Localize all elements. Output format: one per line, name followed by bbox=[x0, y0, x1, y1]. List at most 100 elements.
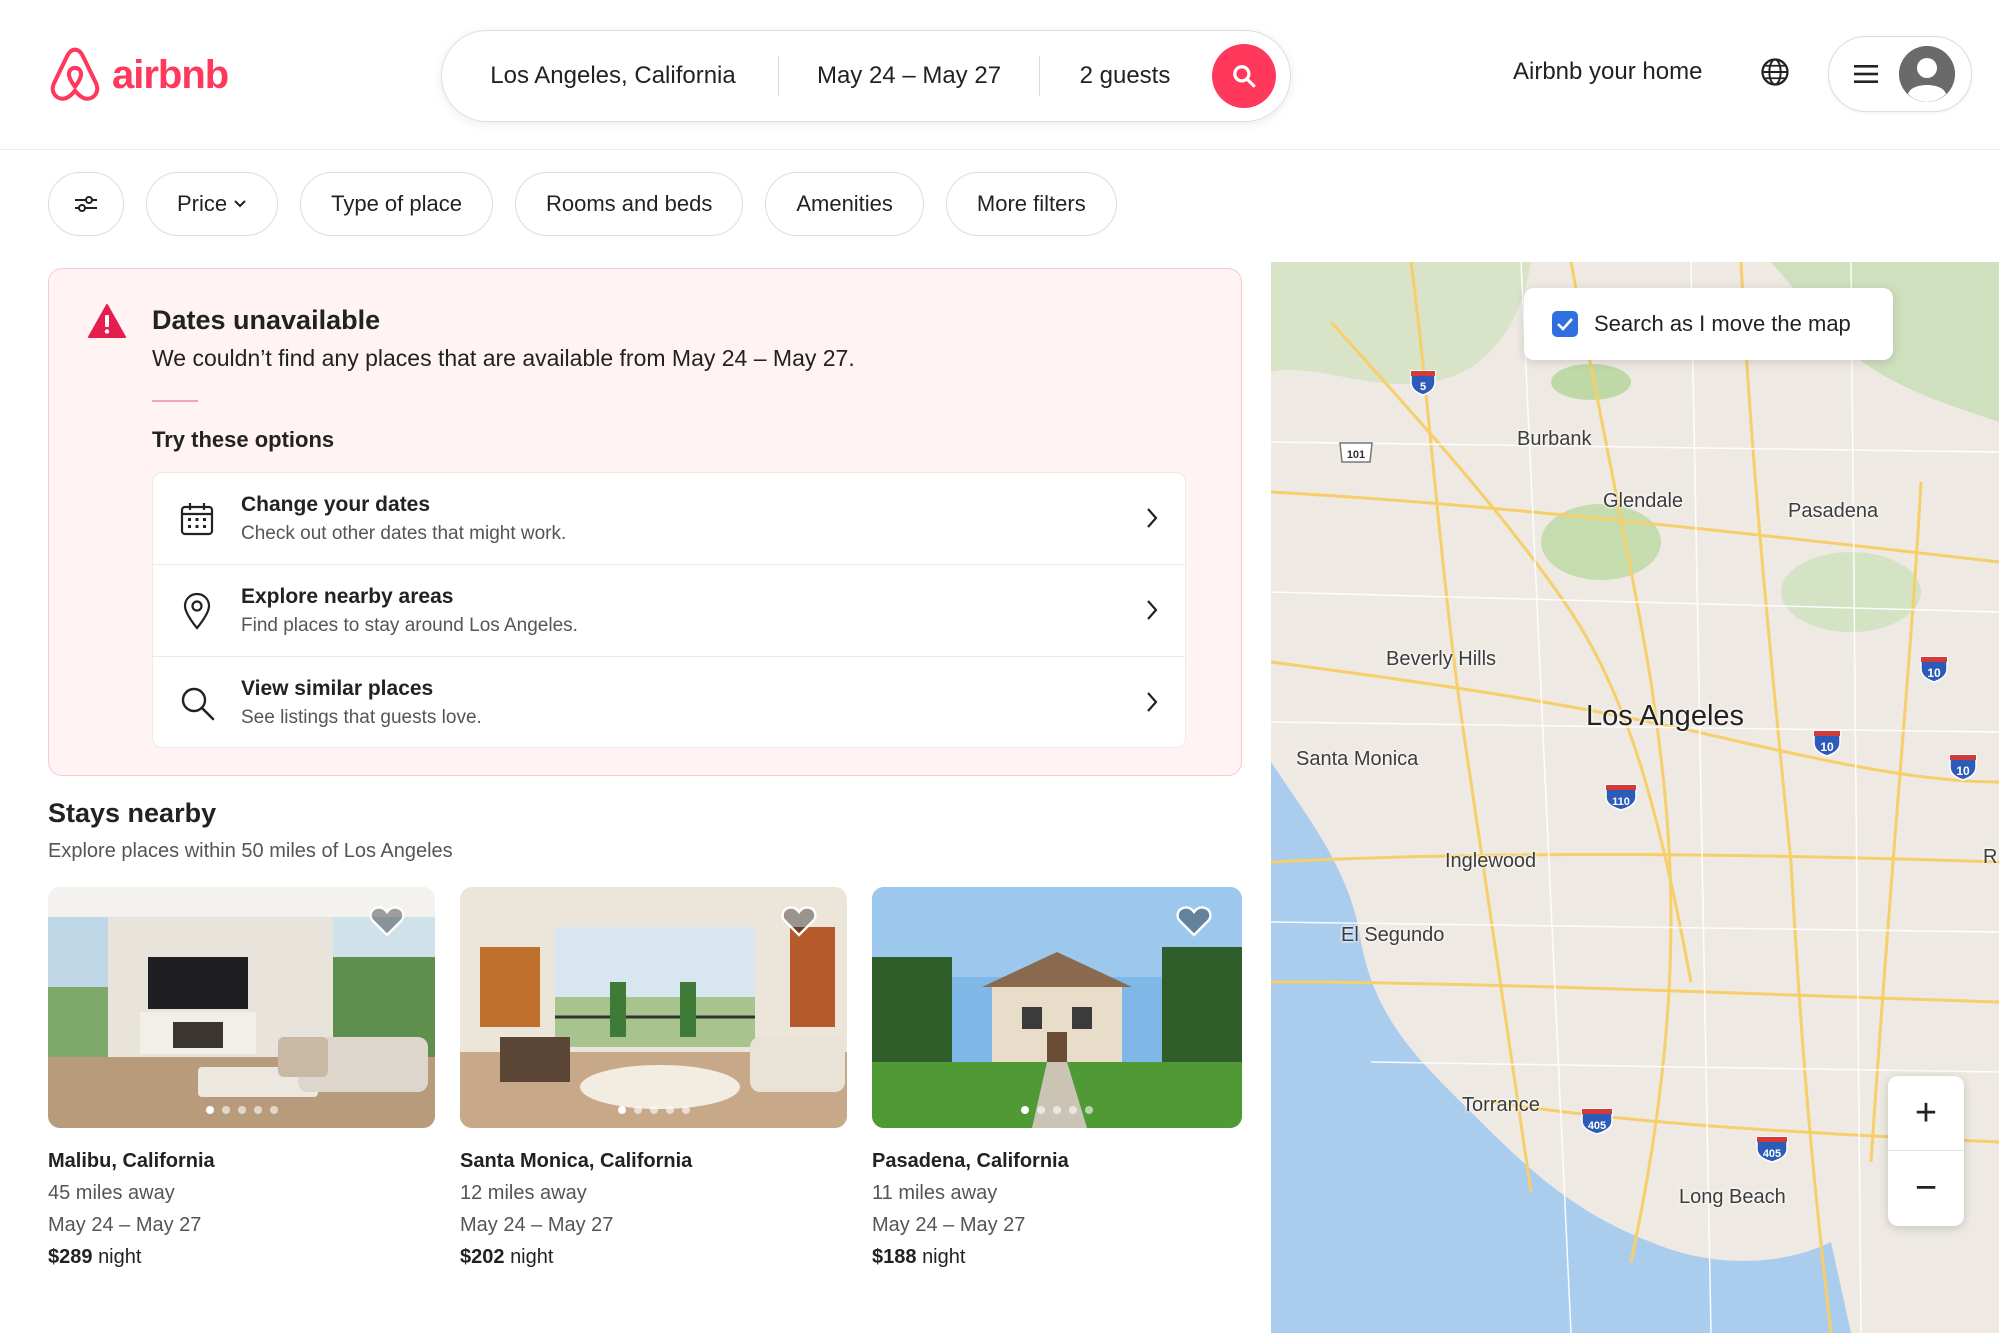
price-filter-label: Price bbox=[177, 191, 228, 216]
shield-number: 101 bbox=[1347, 449, 1365, 461]
map-label-cut-off: R bbox=[1983, 846, 1998, 868]
listing-title: Malibu, California bbox=[48, 1150, 215, 1172]
listing-card-malibu[interactable]: Malibu, California 45 miles away May 24 … bbox=[48, 887, 435, 1269]
price-unit: night bbox=[98, 1246, 142, 1268]
checkmark-icon bbox=[1557, 318, 1573, 331]
avatar bbox=[1899, 46, 1955, 102]
shield-number: 405 bbox=[1763, 1148, 1781, 1160]
user-avatar-icon bbox=[1899, 46, 1955, 102]
listing-card-santa-monica[interactable]: Santa Monica, California 12 miles away M… bbox=[460, 887, 847, 1269]
option-view-similar[interactable]: View similar places See listings that gu… bbox=[153, 657, 1185, 747]
chevron-right-icon bbox=[1147, 508, 1158, 528]
zoom-out-button[interactable]: − bbox=[1888, 1151, 1964, 1226]
search-icon bbox=[1233, 65, 1256, 88]
globe-icon[interactable] bbox=[1760, 57, 1790, 92]
price-filter[interactable]: Price bbox=[146, 172, 279, 236]
map-label-el-segundo: El Segundo bbox=[1341, 924, 1445, 946]
map-label-pasadena: Pasadena bbox=[1788, 500, 1879, 522]
highway-shield-405: 405 bbox=[1755, 1134, 1789, 1169]
option-subtitle: Find places to stay around Los Angeles. bbox=[241, 614, 578, 636]
listing-price: $188 night bbox=[872, 1246, 1242, 1269]
listing-dates: May 24 – May 27 bbox=[48, 1214, 202, 1236]
listing-title: Pasadena, California bbox=[872, 1150, 1069, 1172]
chevron-right-icon bbox=[1147, 600, 1158, 620]
search-as-map-moves-toggle[interactable]: Search as I move the map bbox=[1524, 288, 1893, 360]
listing-card-pasadena[interactable]: Pasadena, California 11 miles away May 2… bbox=[872, 887, 1242, 1269]
dates-unavailable-alert: Dates unavailable We couldn’t find any p… bbox=[48, 268, 1242, 776]
search-guests[interactable]: 2 guests bbox=[1040, 31, 1210, 121]
user-menu-button[interactable] bbox=[1828, 36, 1972, 112]
highway-shield-110: 110 bbox=[1604, 782, 1638, 817]
option-change-dates[interactable]: Change your dates Check out other dates … bbox=[153, 473, 1185, 565]
filters-button[interactable] bbox=[48, 172, 124, 236]
zoom-controls: + − bbox=[1888, 1076, 1964, 1226]
map-label-long-beach: Long Beach bbox=[1679, 1186, 1786, 1208]
listing-photo[interactable] bbox=[460, 887, 847, 1128]
checkbox-checked[interactable] bbox=[1552, 311, 1578, 337]
more-filters-button[interactable]: More filters bbox=[945, 172, 1117, 236]
search-bar[interactable]: Los Angeles, California May 24 – May 27 … bbox=[441, 30, 1291, 122]
option-subtitle: Check out other dates that might work. bbox=[241, 522, 567, 544]
option-subtitle: See listings that guests love. bbox=[241, 707, 482, 728]
highway-shield-5: 5 bbox=[1409, 368, 1437, 401]
option-explore-nearby[interactable]: Explore nearby areas Find places to stay… bbox=[153, 565, 1185, 657]
airbnb-logo-icon bbox=[50, 47, 100, 101]
listing-price: $289 night bbox=[48, 1246, 435, 1269]
search-icon bbox=[153, 684, 241, 722]
listing-photo[interactable] bbox=[872, 887, 1242, 1128]
heart-icon[interactable] bbox=[781, 905, 817, 937]
airbnb-logo[interactable]: airbnb bbox=[48, 46, 229, 104]
highway-shield-10: 10 bbox=[1919, 654, 1949, 689]
search-location[interactable]: Los Angeles, California bbox=[442, 31, 778, 121]
carousel-dots bbox=[1021, 1106, 1093, 1114]
shield-number: 10 bbox=[1820, 740, 1834, 754]
filter-bar: Price Type of place Rooms and beds Ameni… bbox=[48, 172, 1117, 236]
carousel-dots bbox=[617, 1106, 690, 1114]
price-unit: night bbox=[922, 1246, 966, 1268]
option-title: Explore nearby areas bbox=[241, 584, 454, 608]
amenities-filter[interactable]: Amenities bbox=[765, 172, 924, 236]
search-dates[interactable]: May 24 – May 27 bbox=[779, 31, 1039, 121]
stays-nearby-subtitle: Explore places within 50 miles of Los An… bbox=[48, 840, 453, 862]
map-label-beverly-hills: Beverly Hills bbox=[1386, 648, 1497, 670]
warning-icon bbox=[87, 303, 127, 344]
listing-dates: May 24 – May 27 bbox=[460, 1214, 614, 1236]
listing-photo[interactable] bbox=[48, 887, 435, 1128]
heart-icon[interactable] bbox=[1176, 905, 1212, 937]
toggle-label: Search as I move the map bbox=[1594, 311, 1851, 336]
shield-number: 10 bbox=[1956, 764, 1970, 778]
airbnb-your-home-link[interactable]: Airbnb your home bbox=[1513, 58, 1702, 86]
shield-number: 10 bbox=[1927, 666, 1941, 680]
highway-shield-10: 10 bbox=[1812, 728, 1842, 763]
map-label-inglewood: Inglewood bbox=[1445, 850, 1537, 872]
location-pin-icon bbox=[153, 592, 241, 630]
listing-title: Santa Monica, California bbox=[460, 1150, 693, 1172]
zoom-in-button[interactable]: + bbox=[1888, 1076, 1964, 1151]
option-title: View similar places bbox=[241, 677, 434, 700]
map-label-burbank: Burbank bbox=[1517, 428, 1592, 450]
listing-distance: 12 miles away bbox=[460, 1182, 587, 1204]
highway-shield-10: 10 bbox=[1948, 752, 1978, 787]
map-view[interactable]: 5 101 10 10 10 110 405 405 Burbank Glend… bbox=[1271, 262, 1999, 1333]
shield-number: 5 bbox=[1420, 381, 1426, 393]
carousel-dots bbox=[205, 1106, 278, 1114]
map-label-los-angeles: Los Angeles bbox=[1586, 700, 1745, 732]
heart-icon[interactable] bbox=[369, 905, 405, 937]
type-of-place-filter[interactable]: Type of place bbox=[300, 172, 493, 236]
logo-text: airbnb bbox=[112, 52, 229, 97]
sliders-icon bbox=[75, 196, 97, 212]
listing-price: $202 night bbox=[460, 1246, 847, 1269]
search-button[interactable] bbox=[1212, 44, 1276, 108]
listing-distance: 45 miles away bbox=[48, 1182, 175, 1204]
divider bbox=[152, 400, 198, 402]
rooms-and-beds-filter[interactable]: Rooms and beds bbox=[515, 172, 744, 236]
listing-dates: May 24 – May 27 bbox=[872, 1214, 1026, 1236]
map-label-santa-monica: Santa Monica bbox=[1296, 748, 1419, 770]
option-title: Change your dates bbox=[241, 492, 431, 516]
price-unit: night bbox=[510, 1246, 554, 1268]
map-label-glendale: Glendale bbox=[1603, 490, 1684, 512]
top-header: airbnb Los Angeles, California May 24 – … bbox=[0, 0, 1999, 150]
options-list: Change your dates Check out other dates … bbox=[152, 472, 1186, 748]
listing-distance: 11 miles away bbox=[872, 1182, 998, 1204]
highway-shield-405: 405 bbox=[1580, 1106, 1614, 1141]
